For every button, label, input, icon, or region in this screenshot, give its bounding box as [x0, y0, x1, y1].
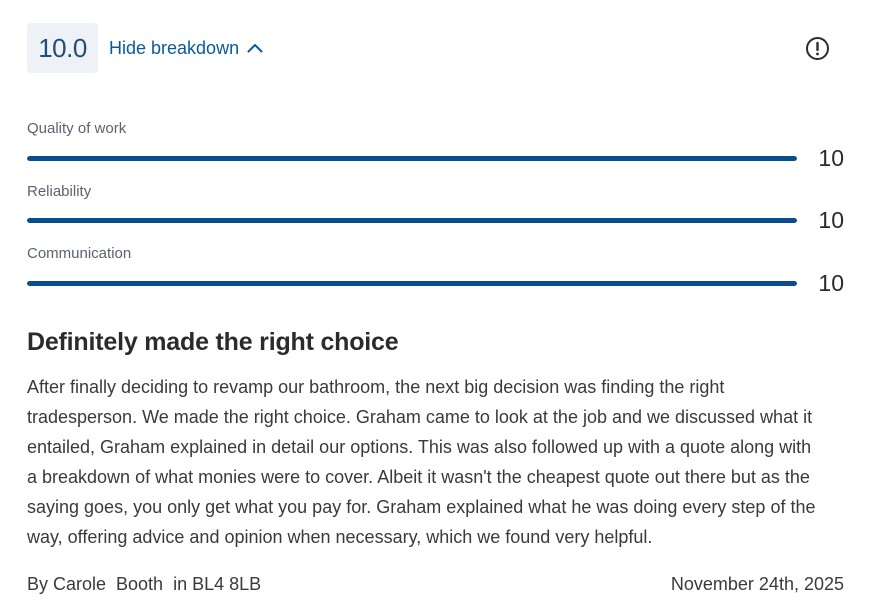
review-body-line: entailed, Graham explained in detail our… — [27, 437, 812, 457]
metric-value: 10 — [818, 145, 844, 171]
metric-value: 10 — [818, 207, 844, 233]
review-body-line: After finally deciding to revamp our bat… — [27, 377, 725, 397]
metric-bar — [27, 156, 797, 161]
metric-bar-fill — [27, 218, 797, 223]
review-body: After finally deciding to revamp our bat… — [27, 372, 847, 552]
overall-score-badge: 10.0 — [27, 23, 98, 73]
metric-bar — [27, 281, 797, 286]
exclamation-circle-icon[interactable] — [805, 36, 830, 61]
metric-value: 10 — [818, 270, 844, 296]
review-body-line: tradesperson. We made the right choice. … — [27, 407, 813, 427]
metric-bar-fill — [27, 156, 797, 161]
metric-label: Reliability — [27, 183, 92, 200]
chevron-up-icon — [247, 44, 263, 53]
metric-label: Quality of work — [27, 120, 127, 137]
metric-label: Communication — [27, 245, 132, 262]
metric-bar — [27, 218, 797, 223]
review-body-line: way, offering advice and opinion when ne… — [27, 527, 653, 547]
review-body-line: a breakdown of what monies were to cover… — [27, 467, 810, 487]
metric-bar-fill — [27, 281, 797, 286]
hide-breakdown-button[interactable]: Hide breakdown — [109, 36, 263, 60]
hide-breakdown-label: Hide breakdown — [109, 37, 240, 58]
overall-score: 10.0 — [38, 32, 87, 63]
review-author: By Carole Booth in BL4 8LB — [27, 574, 262, 594]
review-date: November 24th, 2025 — [670, 574, 844, 594]
review-body-line: saying goes, you only get what you pay f… — [27, 497, 816, 517]
review-title: Definitely made the right choice — [27, 328, 399, 356]
